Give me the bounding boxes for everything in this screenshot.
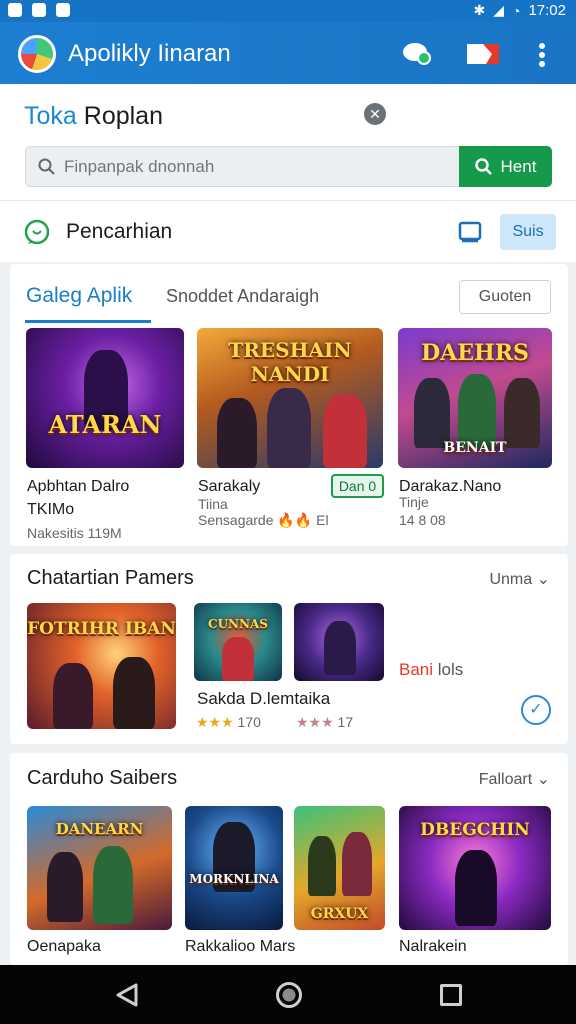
tab-indicator [25,320,151,323]
section-more-link[interactable]: Unma ⌄ [489,569,550,589]
notification-icons [8,3,70,17]
system-icons: ✱ ◢ ◔ 17:02 [473,2,566,19]
thumbnail-title: TRESHAIN NANDI [228,338,352,386]
app-thumbnail[interactable]: DBEGCHIN [399,806,551,930]
recents-icon[interactable] [440,984,462,1006]
bluetooth-icon: ✱ [473,2,486,18]
thumbnail-title: DBEGCHIN [420,820,530,840]
section-title: Chatartian Pamers [27,567,194,589]
search-row: Pencarhian Suis [0,200,576,262]
section-more-link[interactable]: Falloart ⌄ [479,769,550,789]
app-thumbnail[interactable]: MORKNLINA [185,806,283,930]
app-thumbnail[interactable]: ATARAN [26,328,184,468]
chevron-down-icon: ⌄ [536,571,550,588]
app-thumbnail[interactable]: DAEHRS BENAIT [398,328,552,468]
image-icon [32,3,46,17]
app-title: Apbhtan Dalro [27,478,130,495]
guoten-button[interactable]: Guoten [459,280,551,314]
app-thumbnail[interactable]: TRESHAIN NANDI [197,328,383,468]
check-circle-icon[interactable]: ✓ [521,695,551,725]
status-bar: ✱ ◢ ◔ 17:02 [0,0,576,22]
rating: ★★★ 17 [296,714,354,730]
book-icon[interactable] [458,221,482,243]
section-title: Carduho Saibers [27,767,178,789]
thumbnail-title: MORKNLINA [189,872,279,886]
whatsapp-icon[interactable] [24,219,50,245]
status-badge[interactable]: Dan 0 [331,474,384,498]
app-title: Sakda D.lemtaika [197,689,331,708]
app-thumbnail[interactable]: FOTRIHR IBAN [27,603,176,729]
app-meta: 14 8 08 [399,512,446,528]
search-icon [474,157,492,175]
tab-galeg-aplik[interactable]: Galeg Aplik [26,284,132,308]
search-icon [38,158,55,175]
search-input[interactable] [64,155,444,179]
wifi-icon: ◔ [511,2,521,19]
store-title: Toka Roplan [24,102,163,130]
home-icon[interactable] [276,982,302,1008]
gallery-section: Galeg Aplik Snoddet Andaraigh Guoten ATA… [10,264,568,546]
app-thumbnail[interactable]: GRXUX [294,806,385,930]
chevron-down-icon: ⌄ [536,771,550,788]
app-thumbnail[interactable] [294,603,384,681]
settings-icon [56,3,70,17]
flag-icon[interactable] [466,42,500,66]
thumbnail-subtitle: BENAIT [443,440,507,456]
search-row-label: Pencarhian [66,220,173,243]
thumbnail-title: DANEARN [55,820,144,838]
app-title: Nalrakein [399,938,467,955]
rating: ★★★ 170 [196,714,261,730]
thumbnail-title: FOTRIHR IBAN [27,619,176,639]
back-icon[interactable] [114,982,140,1008]
promo-label: Bani lols [399,660,464,679]
app-title: Sarakaly [198,478,261,495]
tab-snoddet[interactable]: Snoddet Andaraigh [166,286,319,307]
app-title: Oenapaka [27,938,101,955]
search-button[interactable]: Hent [459,146,552,187]
app-thumbnail[interactable]: CUNNAS [194,603,282,681]
notification-icon [8,3,22,17]
app-subtitle: TKIMo [27,501,75,518]
clock: 17:02 [528,2,566,19]
navigation-bar [0,965,576,1024]
app-bar: Apolikly Iinaran [0,22,576,84]
app-thumbnail[interactable]: DANEARN [27,806,172,930]
app-title: Rakkalioo Mars [185,938,296,955]
thumbnail-title: DAEHRS [421,340,529,366]
thumbnail-title: GRXUX [310,906,369,922]
app-meta: Nakesitis 119M [27,525,122,541]
chat-icon[interactable] [402,40,432,66]
signal-icon: ◢ [493,2,504,18]
close-icon[interactable]: ✕ [364,103,386,125]
app-meta: Sensagarde 🔥🔥 El [198,512,329,528]
search-field[interactable] [25,146,460,187]
popular-section: Chatartian Pamers Unma ⌄ FOTRIHR IBAN CU… [10,554,568,744]
more-vert-icon[interactable] [534,42,550,68]
thumbnail-title: ATARAN [48,410,162,439]
suis-button[interactable]: Suis [500,214,556,250]
app-subtitle: Tinje [399,494,429,510]
app-title: Apolikly Iinaran [68,40,231,67]
thumbnail-title: CUNNAS [208,617,268,631]
app-logo-icon [18,35,56,73]
app-subtitle: Tiina [198,496,228,512]
featured-section: Carduho Saibers Falloart ⌄ DANEARN MORKN… [10,753,568,965]
